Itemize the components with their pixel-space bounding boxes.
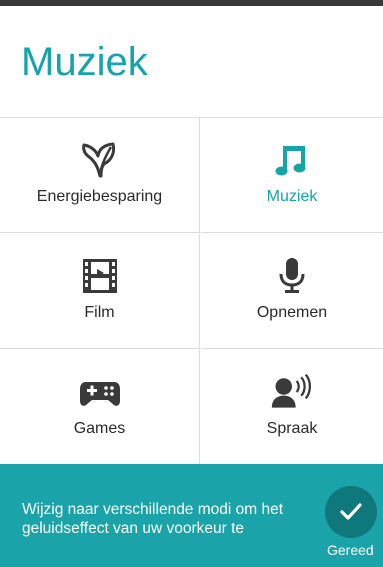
page-title: Muziek — [21, 40, 148, 84]
mode-games[interactable]: Games — [0, 350, 200, 465]
done-button[interactable] — [325, 486, 377, 538]
speaking-person-icon — [270, 372, 314, 412]
microphone-icon — [270, 256, 314, 296]
mode-label: Spraak — [266, 420, 318, 437]
mode-energiebesparing[interactable]: Energiebesparing — [0, 118, 200, 233]
mode-muziek[interactable]: Muziek — [201, 118, 383, 233]
mode-opnemen[interactable]: Opnemen — [201, 234, 383, 349]
mode-label: Opnemen — [256, 304, 328, 321]
done-label[interactable]: Gereed — [327, 542, 374, 558]
mode-film[interactable]: Film — [0, 234, 200, 349]
gamepad-icon — [78, 372, 122, 412]
film-icon — [78, 256, 122, 296]
mode-label: Film — [84, 304, 115, 321]
top-edge-bar — [0, 0, 383, 6]
mode-label: Games — [73, 420, 126, 437]
mode-spraak[interactable]: Spraak — [201, 350, 383, 465]
mode-label: Energiebesparing — [36, 188, 163, 205]
mode-label: Muziek — [266, 188, 318, 205]
music-note-icon — [270, 140, 314, 180]
leaf-icon — [78, 140, 122, 180]
mode-grid: Energiebesparing Muziek Film Opnemen Gam… — [0, 117, 383, 465]
tip-text: Wijzig naar verschillende modi om het ge… — [22, 501, 284, 537]
check-icon — [340, 503, 362, 520]
